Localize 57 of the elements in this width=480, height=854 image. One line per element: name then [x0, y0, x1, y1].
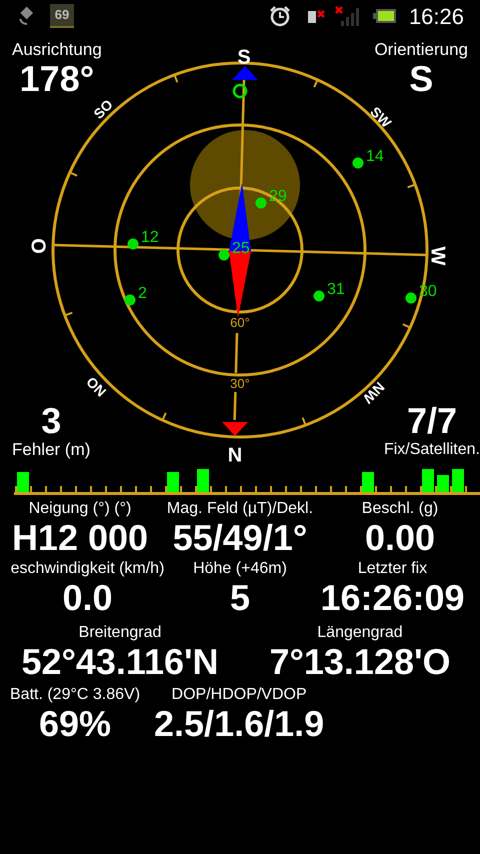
reading-value: 52°43.116'N: [21, 643, 219, 681]
target-ring-icon: [232, 84, 248, 98]
direction-label: N: [228, 444, 242, 464]
reading-value: 55/49/1°: [172, 519, 308, 557]
reading-value: H12 000: [12, 519, 148, 557]
reading-value: 2.5/1.6/1.9: [154, 705, 324, 743]
south-marker-icon: [232, 66, 258, 80]
reading-label: Batt. (29°C 3.86V): [10, 685, 140, 705]
reading-label: Höhe (+46m): [193, 559, 287, 579]
battery-icon: [372, 8, 397, 24]
reading-label: Beschl. (g): [362, 499, 438, 519]
reading-label: Mag. Feld (µT)/Dekl.: [166, 499, 314, 519]
reading-label: Letzter fix: [358, 559, 428, 579]
temperature-badge: 69: [50, 4, 74, 28]
orientation-value: S: [409, 60, 434, 98]
satellite-dot-icon: [256, 198, 266, 208]
satellite-label: 31: [327, 281, 345, 298]
reading-value: 69%: [38, 705, 112, 743]
fix-value: 7/7: [406, 402, 457, 440]
reading-label: Längengrad: [317, 623, 403, 643]
satellite-dot-icon: [128, 238, 138, 250]
satellite-label: 2: [138, 285, 147, 302]
direction-label: SO: [90, 96, 116, 122]
reading-value: 7°13.128'O: [269, 643, 451, 681]
satellite-dot-icon: [352, 158, 364, 168]
error-value: 3: [41, 402, 62, 440]
direction-label: NO: [83, 374, 110, 400]
direction-label: O: [28, 238, 50, 254]
reading-value: 16:26:09: [320, 579, 465, 617]
reading-label: DOP/HDOP/VDOP: [172, 685, 307, 705]
reading-value: 0.0: [62, 579, 113, 617]
satellite-label: 14: [366, 148, 384, 165]
north-marker-icon: [222, 422, 248, 436]
fix-label: Fix/Satelliten.: [384, 440, 480, 460]
satellite-dot-icon: [314, 290, 324, 302]
reading-value: 0.00: [364, 519, 436, 557]
no-signal-icon: [334, 5, 361, 27]
elevation-label: 60°: [230, 315, 250, 330]
reading-label: eschwindigkeit (km/h): [10, 559, 164, 579]
heading-label: Ausrichtung: [12, 40, 102, 60]
direction-label: SW: [367, 103, 395, 131]
reading-value: 5: [230, 579, 250, 617]
clock-time: 16:26: [408, 2, 464, 30]
error-label: Fehler (m): [12, 440, 90, 460]
compass-needle-icon: [229, 183, 251, 318]
satellite-dot-icon: [406, 292, 416, 304]
orientation-label: Orientierung: [374, 40, 468, 60]
alarm-clock-icon: [268, 5, 291, 27]
elevation-label: 30°: [230, 376, 250, 391]
direction-label: W: [426, 246, 449, 266]
satellite-label: 12: [141, 229, 159, 246]
heading-value: 178°: [20, 60, 94, 98]
reading-label: Breitengrad: [78, 623, 162, 643]
direction-label: NW: [360, 379, 388, 407]
satellite-dot-icon: [124, 294, 136, 306]
satellite-dot-icon: [218, 250, 230, 260]
reading-label: Neigung (°) (°): [28, 499, 132, 519]
